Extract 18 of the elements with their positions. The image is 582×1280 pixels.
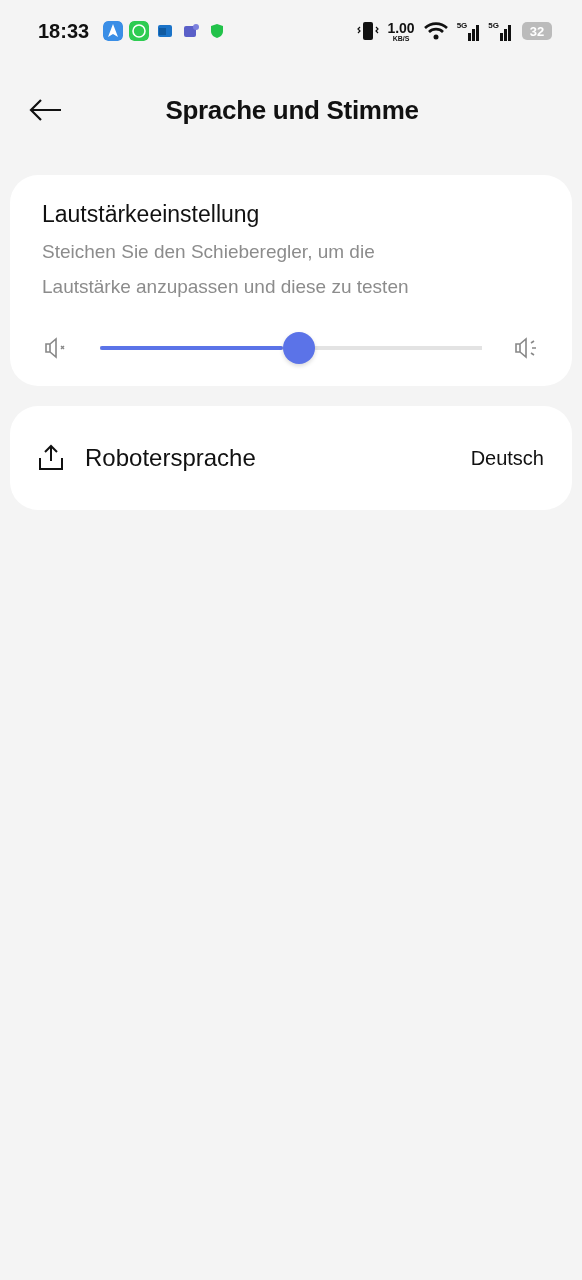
- paper-plane-icon: [103, 21, 124, 41]
- status-time: 18:33: [38, 19, 90, 43]
- language-row[interactable]: Robotersprache Deutsch: [10, 406, 572, 510]
- network-label: 5G: [488, 21, 499, 30]
- page-title: Sprache und Stimme: [164, 94, 420, 126]
- language-label: Robotersprache: [85, 444, 257, 472]
- speed-value: 1.00: [387, 20, 415, 35]
- vibrate-icon: [357, 20, 380, 42]
- battery-indicator: 32: [522, 22, 552, 40]
- wifi-icon: [422, 21, 449, 41]
- chat-bubble-icon: [129, 21, 150, 41]
- slider-thumb[interactable]: [282, 332, 315, 364]
- volume-description: Steichen Sie den Schieberegler, um die Lautstärke anzupassen und diese zu testen: [42, 240, 410, 299]
- network-label: 5G: [456, 21, 468, 30]
- language-value: Deutsch: [470, 446, 544, 470]
- volume-title: Lautstärkeeinstellung: [42, 201, 261, 228]
- upload-icon: [36, 443, 66, 473]
- back-arrow-icon[interactable]: [28, 98, 62, 122]
